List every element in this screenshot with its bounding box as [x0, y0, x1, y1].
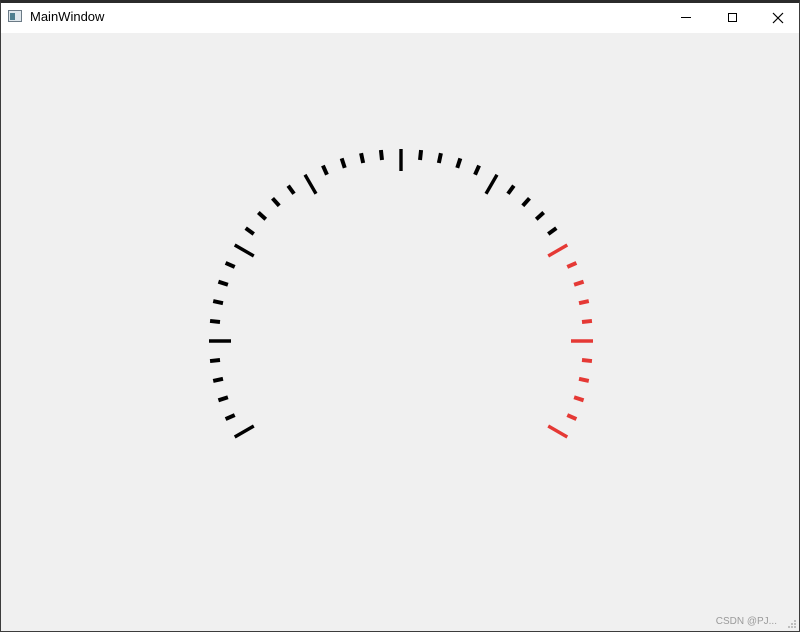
gauge-minor-tick — [217, 395, 229, 403]
gauge-minor-tick — [581, 318, 593, 324]
maximize-button[interactable] — [709, 3, 755, 32]
gauge-minor-tick — [521, 196, 531, 208]
gauge-minor-tick — [224, 261, 236, 269]
gauge-major-tick — [484, 173, 499, 195]
gauge-minor-tick — [578, 376, 590, 383]
gauge-minor-tick — [244, 226, 255, 236]
gauge-major-tick — [547, 424, 569, 439]
close-button[interactable] — [755, 3, 799, 32]
gauge-major-tick — [547, 243, 569, 258]
title-bar[interactable]: MainWindow — [1, 3, 799, 33]
resize-grip-icon[interactable] — [787, 619, 797, 629]
app-window-icon — [8, 10, 22, 22]
gauge-minor-tick — [359, 152, 366, 164]
gauge-minor-tick — [573, 395, 585, 403]
window-title: MainWindow — [30, 9, 105, 24]
main-window: MainWindow CSDN @PJ... — [0, 0, 800, 632]
gauge-minor-tick — [224, 413, 236, 421]
gauge-minor-tick — [321, 164, 329, 176]
maximize-icon — [727, 13, 737, 22]
minimize-button[interactable] — [663, 3, 709, 32]
gauge-minor-tick — [418, 149, 424, 161]
gauge-minor-tick — [209, 358, 221, 364]
gauge-minor-tick — [506, 184, 516, 195]
gauge-major-tick — [303, 173, 318, 195]
gauge-minor-tick — [581, 358, 593, 364]
gauge-minor-tick — [566, 413, 578, 421]
gauge-minor-tick — [534, 211, 546, 221]
watermark-text: CSDN @PJ... — [715, 616, 777, 627]
gauge-major-tick — [233, 424, 255, 439]
minimize-icon — [681, 17, 691, 18]
gauge-minor-tick — [256, 211, 268, 221]
gauge-dial — [209, 149, 593, 439]
gauge-minor-tick — [378, 149, 384, 161]
gauge-minor-tick — [339, 157, 347, 169]
gauge-minor-tick — [212, 299, 224, 306]
client-area: CSDN @PJ... — [1, 33, 799, 631]
gauge-minor-tick — [286, 184, 296, 195]
gauge-minor-tick — [217, 279, 229, 287]
gauge-minor-tick — [271, 196, 281, 208]
gauge-minor-tick — [209, 318, 221, 324]
gauge-minor-tick — [578, 299, 590, 306]
gauge-minor-tick — [436, 152, 443, 164]
close-icon — [772, 12, 784, 23]
gauge-minor-tick — [455, 157, 463, 169]
gauge-minor-tick — [473, 164, 481, 176]
gauge-minor-tick — [566, 261, 578, 269]
gauge-minor-tick — [573, 279, 585, 287]
gauge-major-tick — [233, 243, 255, 258]
gauge-minor-tick — [212, 376, 224, 383]
gauge-minor-tick — [547, 226, 558, 236]
